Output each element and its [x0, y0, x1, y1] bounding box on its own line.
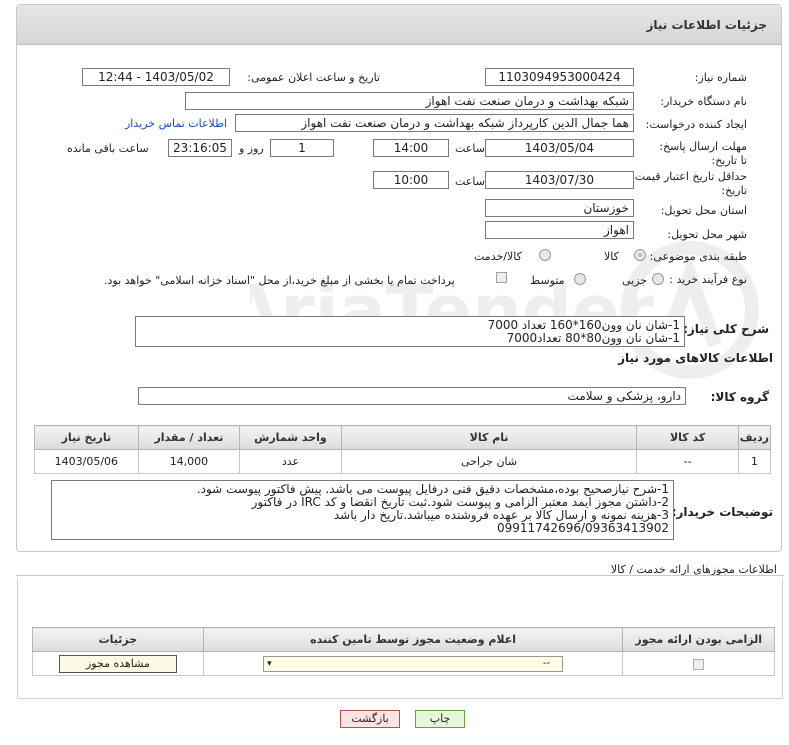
deadline-date-field: 1403/05/04	[485, 139, 634, 157]
validity-time-label: ساعت	[455, 175, 485, 188]
permit-status-cell: -- ▾	[202, 651, 624, 676]
deadline-label: مهلت ارسال پاسخ: تا تاریخ:	[659, 140, 747, 167]
goods-group-field: دارو، پزشکی و سلامت	[138, 387, 686, 405]
goods-section-title: اطلاعات کالاهای مورد نیاز	[618, 351, 773, 365]
permit-required-cell	[622, 651, 775, 676]
category-radio-goods-service[interactable]	[539, 249, 551, 261]
category-goods-label: کالا	[604, 250, 619, 263]
announce-datetime-field: 1403/05/02 - 12:44	[82, 68, 230, 86]
col-unit: واحد شمارش	[239, 425, 342, 450]
cell-code: --	[636, 449, 739, 474]
province-field: خوزستان	[485, 199, 634, 217]
category-radio-goods[interactable]	[634, 249, 646, 261]
summary-label: شرح کلی نیاز:	[683, 322, 769, 336]
permits-table-header: الزامی بودن ارائه مجوز اعلام وضعیت مجوز …	[32, 627, 775, 652]
need-number-field: 1103094953000424	[485, 68, 634, 86]
view-permit-button[interactable]: مشاهده مجوز	[58, 654, 177, 673]
process-radio-medium[interactable]	[574, 273, 586, 285]
process-radio-partial[interactable]	[652, 273, 664, 285]
days-label: روز و	[239, 142, 264, 155]
buyer-org-label: نام دستگاه خریدار:	[660, 95, 747, 108]
treasury-payment-checkbox[interactable]	[496, 272, 507, 283]
cell-name: شان جراحی	[340, 449, 638, 474]
panel-title: جزئیات اطلاعات نیاز	[646, 18, 767, 32]
cell-date: 1403/05/06	[34, 449, 139, 474]
permits-divider	[16, 575, 784, 576]
col-code: کد کالا	[636, 425, 739, 450]
cell-unit: عدد	[239, 449, 342, 474]
col-row: ردیف	[737, 425, 772, 450]
deadline-time-field: 14:00	[373, 139, 449, 157]
goods-group-label: گروه کالا:	[710, 390, 769, 404]
print-button[interactable]: چاپ	[415, 710, 465, 728]
summary-line: 1-شان نان وون80*80 تعداد7000	[506, 331, 680, 345]
table-row: 1 -- شان جراحی عدد 14,000 1403/05/06	[34, 449, 772, 474]
permits-table: الزامی بودن ارائه مجوز اعلام وضعیت مجوز …	[32, 627, 775, 676]
creator-field: هما جمال الدین کارپرداز شبکه بهداشت و در…	[235, 114, 634, 132]
province-label: استان محل تحویل:	[660, 204, 747, 217]
process-type-label: نوع فرآیند خرید :	[669, 273, 747, 286]
remaining-label: ساعت باقی مانده	[67, 142, 149, 155]
remaining-days-field: 1	[270, 139, 334, 157]
process-medium-label: متوسط	[530, 274, 565, 287]
permit-status-select[interactable]: -- ▾	[263, 655, 564, 672]
category-label: طبقه بندی موضوعی:	[649, 250, 747, 263]
city-label: شهر محل تحویل:	[667, 228, 747, 241]
permit-status-value: --	[542, 657, 551, 669]
col-date: تاریخ نیاز	[34, 425, 139, 450]
summary-textarea[interactable]: 1-شان نان وون160*160 تعداد 7000 1-شان نا…	[135, 316, 685, 347]
validity-time-field: 10:00	[373, 171, 449, 189]
cell-qty: 14,000	[137, 449, 241, 474]
validity-date-field: 1403/07/30	[485, 171, 634, 189]
price-validity-label: حداقل تاریخ اعتبار قیمت: تا تاریخ:	[621, 170, 747, 197]
col-name: نام کالا	[340, 425, 638, 450]
treasury-payment-note: پرداخت تمام یا بخشی از مبلغ خرید،از محل …	[104, 274, 455, 287]
need-number-label: شماره نیاز:	[694, 71, 747, 84]
process-partial-label: جزیی	[622, 274, 648, 287]
panel-header: جزئیات اطلاعات نیاز	[17, 5, 781, 45]
goods-table-header: ردیف کد کالا نام کالا واحد شمارش تعداد /…	[34, 425, 772, 450]
deadline-time-label: ساعت	[455, 142, 485, 155]
permit-details-cell: مشاهده مجوز	[32, 651, 204, 676]
col-qty: تعداد / مقدار	[137, 425, 241, 450]
table-row: -- ▾ مشاهده مجوز	[32, 651, 775, 676]
cell-row: 1	[737, 449, 772, 474]
buyer-contact-link[interactable]: اطلاعات تماس خریدار	[125, 117, 227, 130]
permit-required-checkbox	[693, 658, 705, 670]
back-button[interactable]: بازگشت	[340, 710, 400, 728]
col-permit-required: الزامی بودن ارائه مجوز	[622, 627, 775, 652]
category-goods-service-label: کالا/خدمت	[474, 250, 522, 263]
buyer-notes-textarea[interactable]: 1-شرح نیازصحیح بوده،مشخصات دقیق فنی درفا…	[51, 480, 674, 540]
buyer-org-field: شبکه بهداشت و درمان صنعت نفت اهواز	[185, 92, 634, 110]
col-permit-details: جزئیات	[32, 627, 204, 652]
chevron-down-icon: ▾	[267, 658, 272, 669]
creator-label: ایجاد کننده درخواست:	[645, 118, 747, 131]
col-permit-status: اعلام وضعیت مجوز توسط تامین کننده	[202, 627, 624, 652]
remaining-time-field: 23:16:05	[168, 139, 232, 157]
note-line: 09911742696/09363413902	[496, 521, 669, 535]
buyer-notes-label: توضیحات خریدار:	[671, 505, 773, 519]
announce-label: تاریخ و ساعت اعلان عمومی:	[247, 71, 380, 84]
goods-table: ردیف کد کالا نام کالا واحد شمارش تعداد /…	[34, 425, 772, 474]
city-field: اهواز	[485, 221, 634, 239]
